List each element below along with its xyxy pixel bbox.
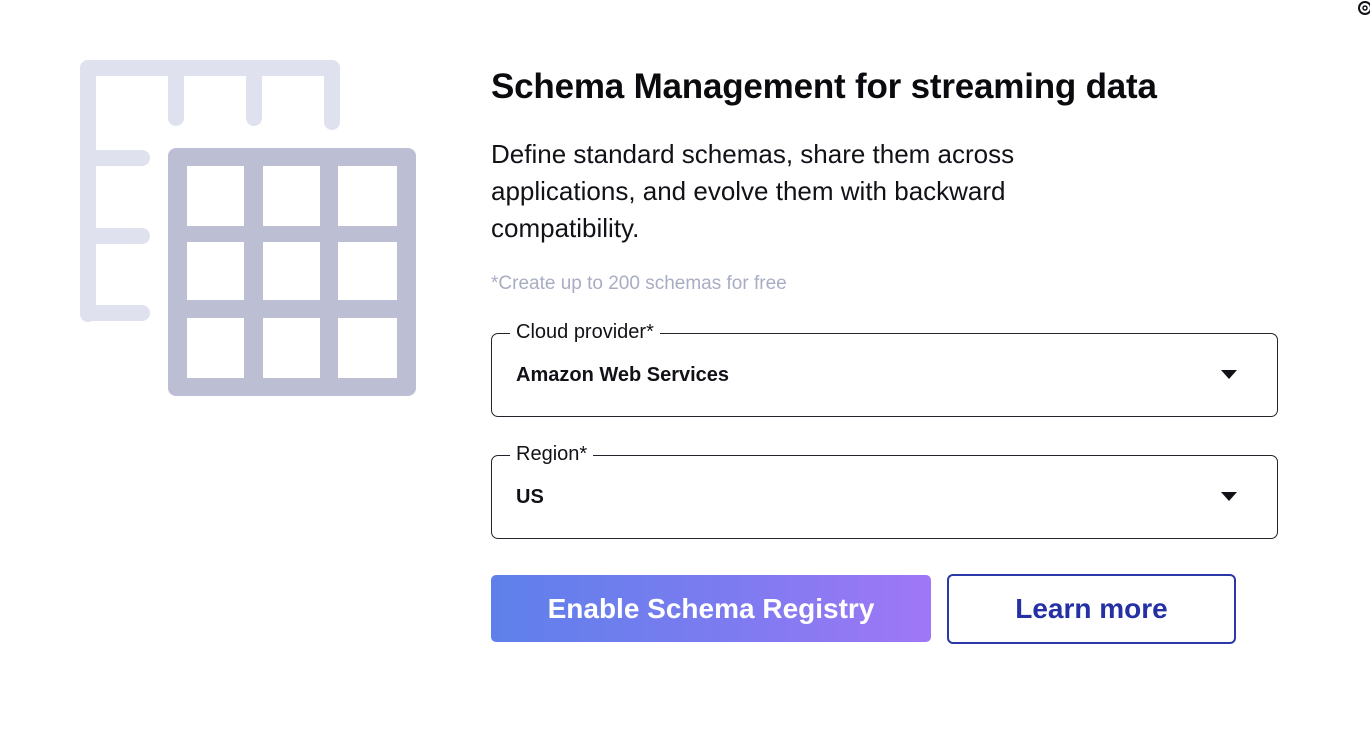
learn-more-button[interactable]: Learn more xyxy=(947,574,1236,644)
region-select[interactable]: Region* US xyxy=(491,441,1278,539)
page-description: Define standard schemas, share them acro… xyxy=(491,139,1015,243)
settings-icon[interactable] xyxy=(1352,0,1370,18)
schema-intro-panel: Schema Management for streaming data Def… xyxy=(491,62,1281,644)
cloud-provider-select[interactable]: Cloud provider* Amazon Web Services xyxy=(491,319,1278,417)
schema-table-icon xyxy=(80,60,416,396)
action-buttons: Enable Schema Registry Learn more xyxy=(491,574,1281,644)
chevron-down-icon xyxy=(1221,492,1237,501)
enable-schema-registry-button[interactable]: Enable Schema Registry xyxy=(491,575,931,642)
cloud-provider-label: Cloud provider* xyxy=(510,319,660,345)
free-tier-note: *Create up to 200 schemas for free xyxy=(491,273,787,294)
schema-registry-page: Schema Management for streaming data Def… xyxy=(0,0,1370,732)
chevron-down-icon xyxy=(1221,370,1237,379)
page-title: Schema Management for streaming data xyxy=(491,67,1157,106)
cloud-provider-value: Amazon Web Services xyxy=(516,364,730,386)
region-label: Region* xyxy=(510,441,594,467)
region-value: US xyxy=(516,486,544,508)
